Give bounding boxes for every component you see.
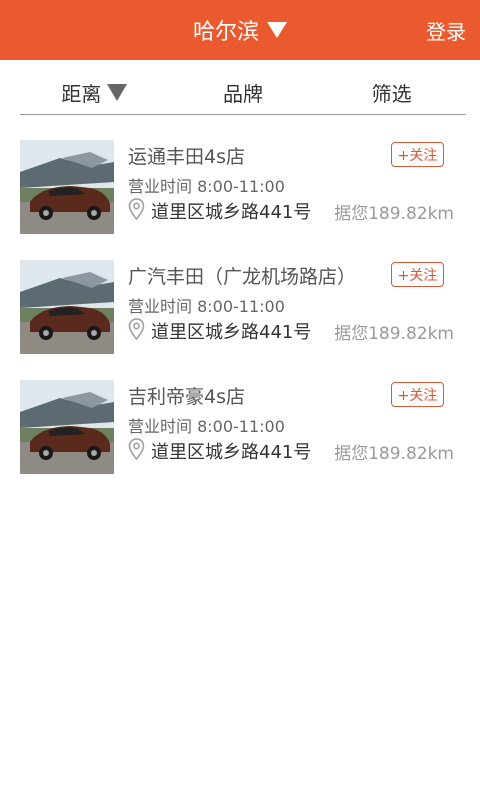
dealer-name: 吉利帝豪4s店 [128, 386, 245, 408]
dealer-address: 道里区城乡路441号 [151, 322, 312, 343]
business-hours: 营业时间 8:00-11:00 [128, 177, 285, 196]
filter-screen-label: 筛选 [371, 81, 412, 106]
filter-distance-label: 距离 [61, 81, 102, 106]
dealer-distance: 据您189.82km [334, 324, 454, 344]
follow-button[interactable]: +关注 [391, 142, 444, 167]
filter-brand[interactable]: 品牌 [169, 70, 318, 114]
dropdown-triangle-icon [107, 83, 128, 101]
dealer-row[interactable]: 广汽丰田（广龙机场路店） +关注 营业时间 8:00-11:00 道里区城乡路4… [0, 260, 480, 356]
location-pin-icon [128, 318, 145, 340]
dealer-car-image [20, 260, 114, 354]
filter-bar: 距离 品牌 筛选 [20, 70, 466, 115]
dealer-row[interactable]: 运通丰田4s店 +关注 营业时间 8:00-11:00 道里区城乡路441号 据… [0, 140, 480, 236]
dropdown-triangle-icon [267, 22, 287, 38]
follow-button[interactable]: +关注 [391, 382, 444, 407]
filter-brand-label: 品牌 [223, 81, 263, 106]
dealer-name: 运通丰田4s店 [128, 146, 245, 168]
dealer-address: 道里区城乡路441号 [151, 202, 312, 223]
follow-button[interactable]: +关注 [391, 262, 444, 287]
location-pin-icon [128, 198, 145, 220]
dealer-car-image [20, 380, 114, 474]
city-name: 哈尔滨 [192, 20, 259, 45]
dealer-distance: 据您189.82km [334, 204, 454, 224]
filter-screen[interactable]: 筛选 [317, 70, 466, 114]
login-button[interactable]: 登录 [426, 0, 466, 60]
dealer-row[interactable]: 吉利帝豪4s店 +关注 营业时间 8:00-11:00 道里区城乡路441号 据… [0, 380, 480, 476]
location-pin-icon [128, 438, 145, 460]
dealer-name: 广汽丰田（广龙机场路店） [128, 266, 357, 288]
dealer-distance: 据您189.82km [334, 444, 454, 464]
filter-distance[interactable]: 距离 [20, 70, 169, 114]
top-bar: 哈尔滨 登录 [0, 0, 480, 60]
business-hours: 营业时间 8:00-11:00 [128, 297, 285, 316]
business-hours: 营业时间 8:00-11:00 [128, 417, 285, 436]
city-selector[interactable]: 哈尔滨 [0, 0, 480, 60]
dealer-address: 道里区城乡路441号 [151, 442, 312, 463]
dealer-car-image [20, 140, 114, 234]
